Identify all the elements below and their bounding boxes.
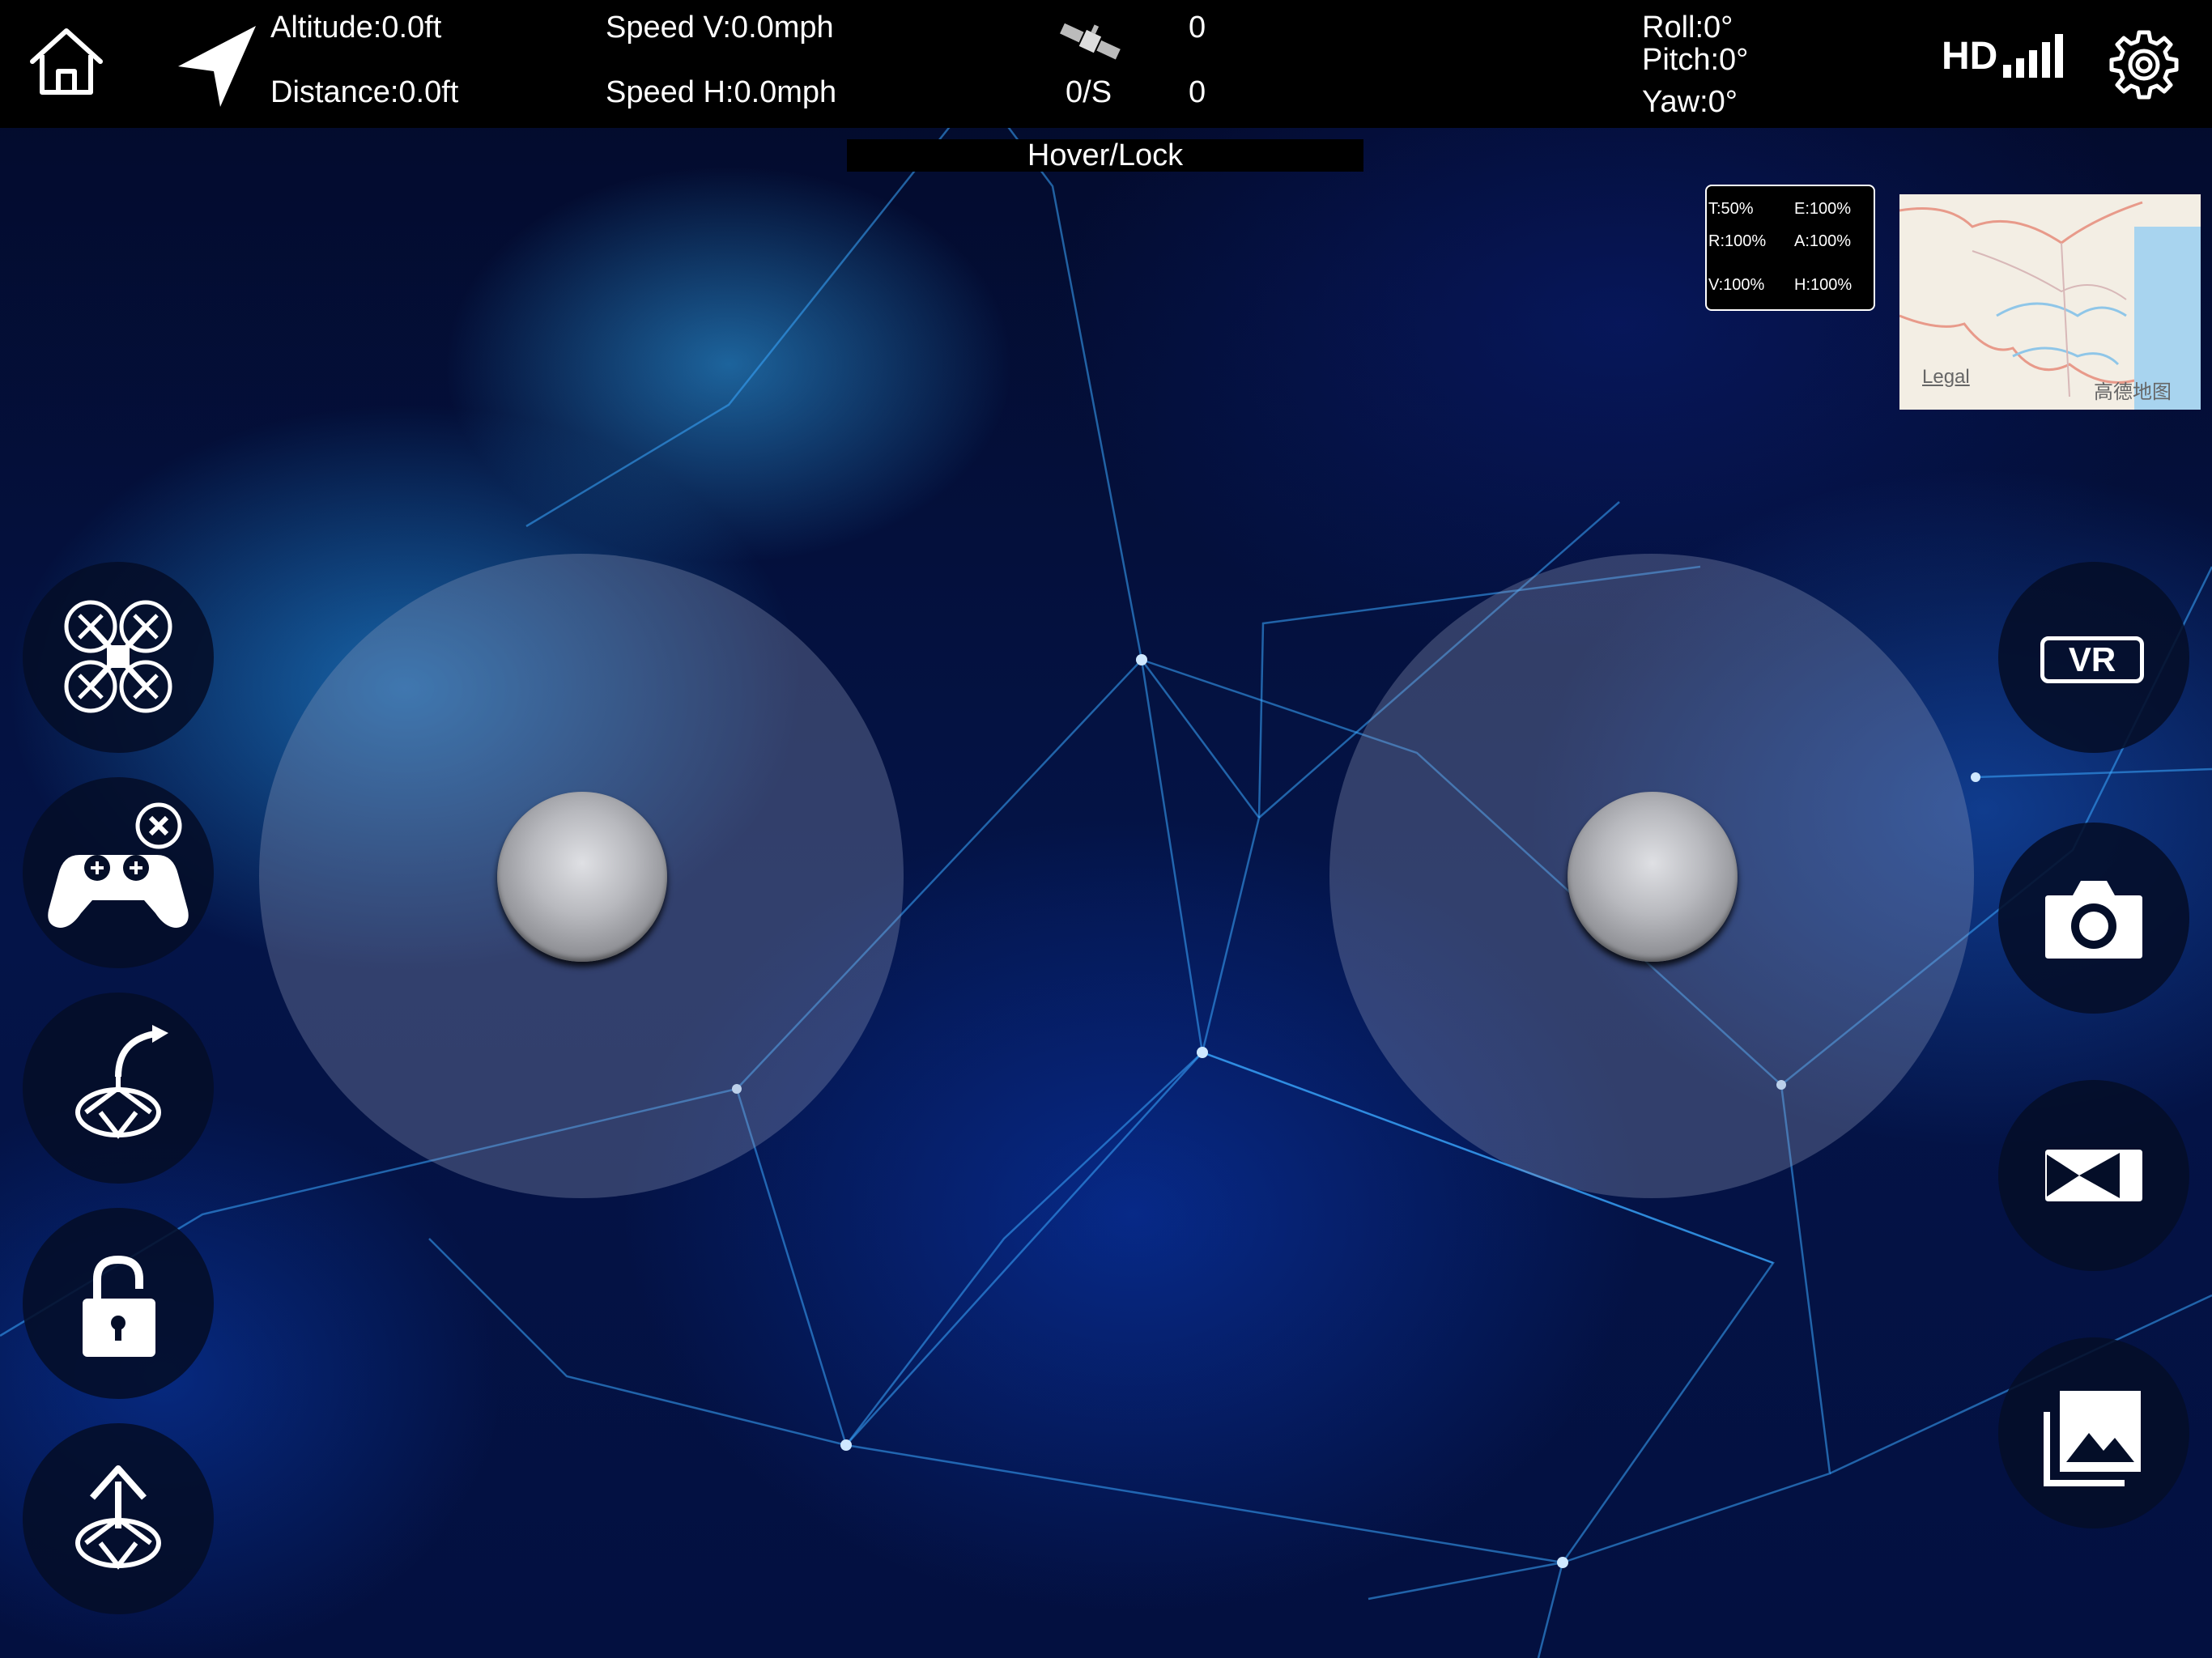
trim-e: E:100% — [1794, 200, 1852, 218]
signal-bars-icon — [2003, 34, 2063, 78]
satellite-value: 0 — [1189, 75, 1206, 109]
satellite-count: 0 — [1189, 11, 1206, 45]
roll-readout: Roll:0° — [1642, 11, 1733, 45]
vr-button[interactable]: VR — [1998, 562, 2189, 753]
hd-signal-indicator: HD — [1942, 28, 2071, 84]
vr-label: VR — [2068, 640, 2116, 678]
hd-label: HD — [1942, 35, 1998, 78]
trim-v: V:100% — [1708, 276, 1765, 294]
left-joystick-knob[interactable] — [497, 792, 667, 962]
gallery-icon — [2044, 1391, 2141, 1486]
navigation-arrow-icon — [172, 23, 261, 110]
map-provider-label: 高德地图 — [2094, 381, 2172, 403]
vr-icon: VR — [2040, 636, 2144, 683]
gear-icon[interactable] — [2107, 28, 2181, 102]
trim-panel: T:50% E:100% R:100% A:100% V:100% H:100% — [1705, 185, 1875, 311]
video-record-button[interactable] — [1998, 1080, 2189, 1271]
vertical-speed-readout: Speed V:0.0mph — [606, 11, 834, 45]
gamepad-toggle-button[interactable] — [23, 777, 214, 968]
horizontal-speed-readout: Speed H:0.0mph — [606, 75, 837, 109]
trim-a: A:100% — [1794, 232, 1852, 250]
trim-t: T:50% — [1708, 200, 1754, 218]
camera-icon — [2045, 881, 2142, 959]
camera-button[interactable] — [1998, 823, 2189, 1014]
takeoff-icon — [75, 1465, 161, 1570]
takeoff-button[interactable] — [23, 1423, 214, 1614]
map-legal-link[interactable]: Legal — [1922, 366, 1970, 389]
drone-icon — [64, 600, 172, 713]
trim-h: H:100% — [1794, 276, 1853, 294]
distance-readout: Distance:0.0ft — [270, 75, 459, 109]
flight-mode-label: Hover/Lock — [847, 139, 1363, 172]
pitch-readout: Pitch:0° — [1642, 43, 1749, 77]
return-home-icon — [75, 1025, 168, 1139]
yaw-readout: Yaw:0° — [1642, 85, 1738, 119]
gallery-button[interactable] — [1998, 1337, 2189, 1528]
lock-open-icon — [83, 1255, 155, 1357]
gamepad-off-icon — [48, 802, 189, 928]
video-record-icon — [2045, 1150, 2142, 1201]
right-joystick-knob[interactable] — [1568, 792, 1738, 962]
trim-r: R:100% — [1708, 232, 1767, 250]
lock-button[interactable] — [23, 1208, 214, 1399]
drone-control-screen: Altitude:0.0ft Distance:0.0ft Speed V:0.… — [0, 0, 2212, 1658]
satellite-rate: 0/S — [1066, 75, 1112, 109]
mini-map[interactable]: Legal 高德地图 — [1899, 194, 2201, 410]
telemetry-bar: Altitude:0.0ft Distance:0.0ft Speed V:0.… — [0, 0, 2212, 128]
home-icon[interactable] — [24, 23, 108, 100]
drone-mode-button[interactable] — [23, 562, 214, 753]
satellite-icon — [1056, 19, 1124, 65]
altitude-readout: Altitude:0.0ft — [270, 11, 442, 45]
return-home-button[interactable] — [23, 993, 214, 1184]
